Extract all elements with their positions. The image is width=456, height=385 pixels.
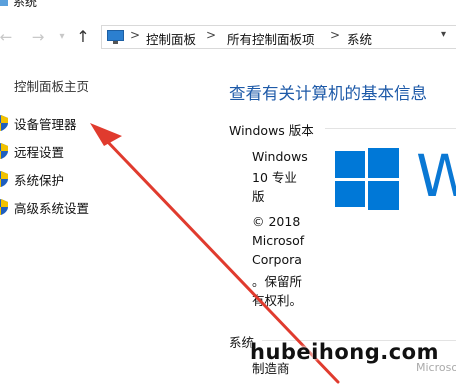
breadcrumb-separator[interactable]: > — [330, 28, 340, 42]
copyright-line: 有权利。 — [252, 293, 303, 308]
section-divider — [325, 128, 456, 129]
shield-icon — [0, 143, 8, 159]
address-dropdown-icon[interactable]: ▾ — [441, 29, 446, 40]
breadcrumb-system[interactable]: 系统 — [347, 29, 372, 48]
up-arrow-icon[interactable]: ↑ — [74, 22, 92, 52]
control-panel-home-link[interactable]: 控制面板主页 — [14, 76, 89, 95]
breadcrumb-separator[interactable]: > — [206, 28, 216, 42]
windows-edition-heading: Windows 版本 — [229, 123, 314, 138]
copyright-line: 。保留所 — [252, 274, 303, 289]
chevron-down-icon[interactable]: ▾ — [56, 22, 68, 52]
control-panel-icon — [107, 30, 124, 44]
window-title: 系统 — [13, 0, 38, 9]
address-bar[interactable]: > 控制面板 > 所有控制面板项 > 系统 ▾ — [101, 25, 456, 49]
copyright-line: © 2018 — [252, 214, 301, 229]
sidebar-item-label: 设备管理器 — [14, 117, 77, 132]
sidebar-item-label: 远程设置 — [14, 145, 65, 160]
edition-line: Windows — [252, 149, 308, 164]
page-title: 查看有关计算机的基本信息 — [229, 84, 427, 103]
sidebar-item-label: 高级系统设置 — [14, 201, 90, 216]
watermark: hubeihong.com — [250, 340, 439, 364]
title-bar: 系统 — [0, 0, 456, 14]
copyright-line: Corpora — [252, 252, 302, 267]
shield-icon — [0, 199, 8, 215]
windows-logo-icon — [335, 148, 399, 210]
sidebar-item-label: 系统保护 — [14, 173, 65, 188]
copyright-line: Microsof — [252, 233, 305, 248]
arrow-head — [90, 123, 122, 146]
breadcrumb-control-panel[interactable]: 控制面板 — [146, 29, 196, 48]
breadcrumb-separator[interactable]: > — [130, 28, 140, 42]
breadcrumb-all-items[interactable]: 所有控制面板项 — [227, 29, 315, 48]
windows-wordmark: W — [416, 142, 456, 210]
edition-line: 版 — [252, 189, 265, 204]
windows-edition-info: Windows 10 专业 版 © 2018 Microsof Corpora … — [252, 146, 310, 311]
back-arrow-icon[interactable]: ← — [0, 22, 14, 52]
shield-icon — [0, 115, 8, 131]
system-window-icon — [0, 0, 8, 6]
edition-line: 10 专业 — [252, 170, 297, 185]
forward-arrow-icon[interactable]: → — [30, 22, 46, 52]
shield-icon — [0, 171, 8, 187]
